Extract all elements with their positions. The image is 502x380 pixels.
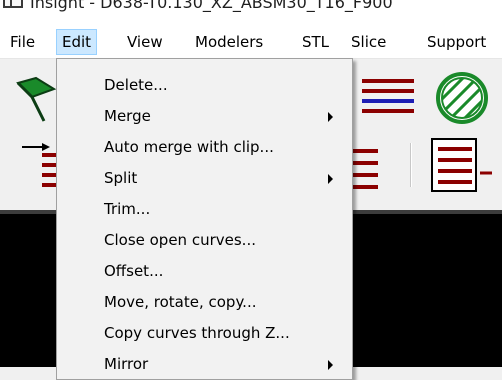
menu-modelers[interactable]: Modelers (190, 30, 268, 54)
title-bar: Insight - D638-T0.130_XZ_ABSM30_T16_F900 (0, 0, 502, 26)
hatch-circle-icon[interactable] (432, 69, 492, 131)
menu-item-mirror[interactable]: Mirror (58, 349, 349, 380)
menu-stl[interactable]: STL (297, 30, 334, 54)
stripes-icon[interactable] (350, 145, 380, 199)
menu-item-delete[interactable]: Delete... (58, 70, 349, 101)
layers-lines-icon[interactable] (360, 77, 420, 123)
menu-item-split[interactable]: Split (58, 163, 349, 194)
stripes-framed-icon[interactable] (430, 137, 502, 201)
menu-edit[interactable]: Edit (56, 29, 98, 55)
menu-item-copy-curves-through-z[interactable]: Copy curves through Z... (58, 318, 349, 349)
arrow-layers-icon[interactable] (20, 137, 60, 201)
menu-item-close-open-curves[interactable]: Close open curves... (58, 225, 349, 256)
menu-item-auto-merge-with-clip[interactable]: Auto merge with clip... (58, 132, 349, 163)
menu-file[interactable]: File (5, 30, 40, 54)
menu-item-trim[interactable]: Trim... (58, 194, 349, 225)
window-title: Insight - D638-T0.130_XZ_ABSM30_T16_F900 (30, 0, 393, 12)
submenu-arrow-icon (328, 174, 333, 184)
menu-bar: File Edit View Modelers STL Slice Suppor… (0, 26, 502, 59)
edit-dropdown-menu: Delete... Merge Auto merge with clip... … (56, 58, 353, 380)
menu-slice[interactable]: Slice (346, 30, 391, 54)
menu-view[interactable]: View (122, 30, 168, 54)
menu-support[interactable]: Support (422, 30, 491, 54)
menu-item-move-rotate-copy[interactable]: Move, rotate, copy... (58, 287, 349, 318)
toolbar-separator (410, 143, 412, 187)
menu-item-merge[interactable]: Merge (58, 101, 349, 132)
submenu-arrow-icon (328, 112, 333, 122)
app-window-icon (3, 0, 23, 8)
submenu-arrow-icon (328, 360, 333, 370)
menu-item-offset[interactable]: Offset... (58, 256, 349, 287)
